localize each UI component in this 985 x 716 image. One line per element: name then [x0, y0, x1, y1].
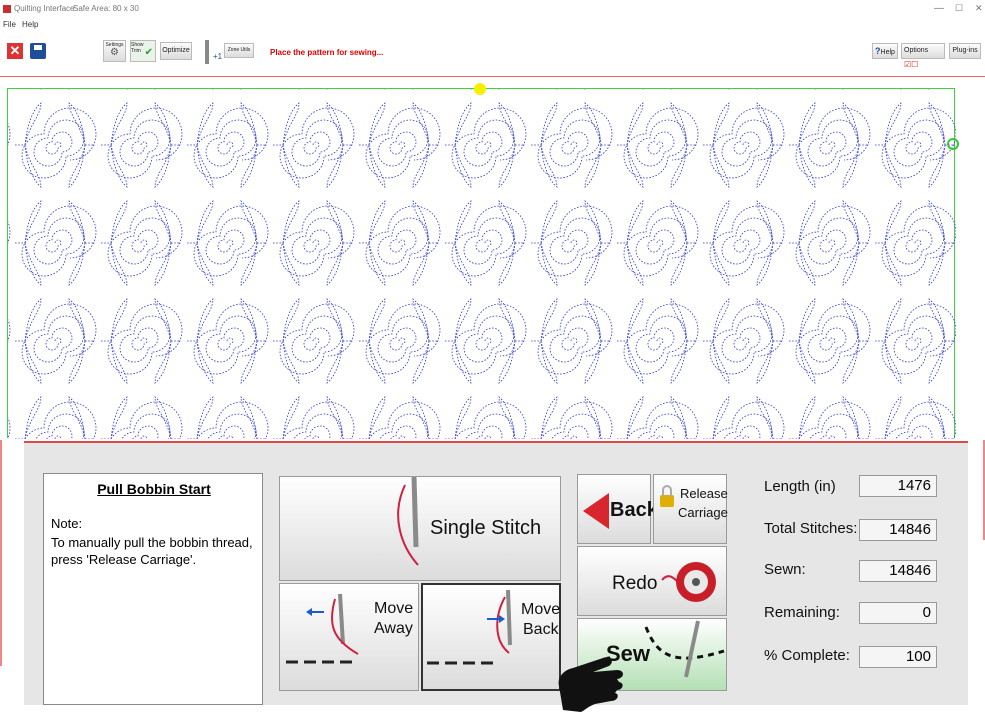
stat-value-sewn: 14846	[859, 560, 937, 582]
move-away-button[interactable]: Move Away	[279, 583, 419, 691]
show-trim-button[interactable]: Show Trim ✔	[130, 40, 156, 62]
notes-title: Pull Bobbin Start	[97, 481, 211, 497]
back-label: Back	[610, 499, 658, 521]
minimize-button[interactable]: —	[934, 3, 944, 14]
sewing-needle-icon	[644, 620, 725, 678]
gear-icon: ⚙	[110, 47, 119, 58]
notes-box: Pull Bobbin Start Note: To manually pull…	[43, 473, 263, 705]
optimize-button[interactable]: Optimize	[160, 42, 192, 60]
checkbox-icon: ☑☐	[904, 60, 919, 69]
options-label: Options	[904, 47, 929, 54]
redo-button[interactable]: Redo	[577, 546, 727, 616]
exit-icon[interactable]: ✕	[7, 43, 23, 59]
app-icon	[3, 5, 11, 13]
plus-one-label: +1	[213, 52, 223, 61]
settings-button[interactable]: Settings ⚙	[103, 40, 126, 62]
end-point-marker[interactable]	[947, 138, 959, 150]
menu-help[interactable]: Help	[22, 20, 38, 29]
close-window-button[interactable]: ✕	[975, 3, 983, 14]
needle-icon	[205, 40, 209, 64]
move-back-label-2: Back	[523, 621, 559, 638]
stat-label-sewn: Sewn:	[764, 561, 806, 578]
zone-utils-button[interactable]: Zone Utils	[224, 43, 254, 58]
release-label-1: Release	[680, 486, 728, 501]
release-carriage-button[interactable]: Release Carriage	[653, 474, 728, 544]
lock-shackle	[662, 485, 672, 497]
toolbar: ✕ Settings ⚙ Show Trim ✔ Optimize +1 Zon…	[0, 34, 985, 70]
stat-label-percent-complete: % Complete:	[764, 647, 850, 664]
stat-label-total-stitches: Total Stitches:	[764, 520, 858, 537]
sewing-control-panel: Pull Bobbin Start Note: To manually pull…	[24, 441, 968, 705]
move-back-label-1: Move	[521, 601, 561, 618]
pointing-hand-icon	[558, 657, 623, 712]
options-button[interactable]: Options ☑☐	[901, 43, 945, 69]
move-away-icon	[286, 593, 359, 664]
move-away-label-2: Away	[374, 620, 413, 637]
toolbar-divider	[0, 76, 985, 77]
stat-value-percent-complete: 100	[859, 646, 937, 668]
back-button[interactable]: Back	[577, 474, 658, 544]
left-boundary-line	[0, 440, 2, 666]
maximize-button[interactable]: ☐	[955, 3, 963, 14]
window-subtitle: Safe Area: 80 x 30	[73, 4, 139, 13]
stat-label-length: Length (in)	[764, 478, 836, 495]
redo-label: Redo	[612, 573, 658, 594]
pattern-canvas[interactable]	[7, 88, 956, 439]
move-back-icon	[427, 589, 512, 665]
save-icon[interactable]	[30, 43, 46, 59]
start-point-marker[interactable]	[474, 83, 486, 95]
help-label: Help	[880, 49, 895, 56]
stat-label-remaining: Remaining:	[764, 604, 840, 621]
move-away-label-1: Move	[374, 600, 414, 617]
stat-value-remaining: 0	[859, 602, 937, 624]
stat-value-length: 1476	[859, 475, 937, 497]
release-label-2: Carriage	[678, 505, 728, 520]
notes-body: To manually pull the bobbin thread, pres…	[51, 535, 253, 567]
title-bar: Quilting Interface Safe Area: 80 x 30 — …	[0, 0, 985, 20]
help-button[interactable]: ?Help	[872, 43, 898, 59]
checkmark-icon: ✔	[144, 47, 153, 58]
quilt-pattern	[8, 89, 956, 439]
plugins-button[interactable]: Plug-ins	[949, 43, 981, 59]
notes-label: Note:	[51, 516, 83, 531]
window-title: Quilting Interface	[14, 4, 75, 13]
single-stitch-button[interactable]: Single Stitch	[279, 476, 561, 581]
status-message: Place the pattern for sewing...	[270, 48, 384, 57]
menu-file[interactable]: File	[3, 20, 16, 29]
single-stitch-label: Single Stitch	[430, 517, 542, 539]
stat-value-total-stitches: 14846	[859, 519, 937, 541]
back-arrow-icon	[583, 493, 609, 529]
spool-icon	[661, 562, 716, 602]
move-back-button[interactable]: Move Back	[421, 583, 561, 691]
